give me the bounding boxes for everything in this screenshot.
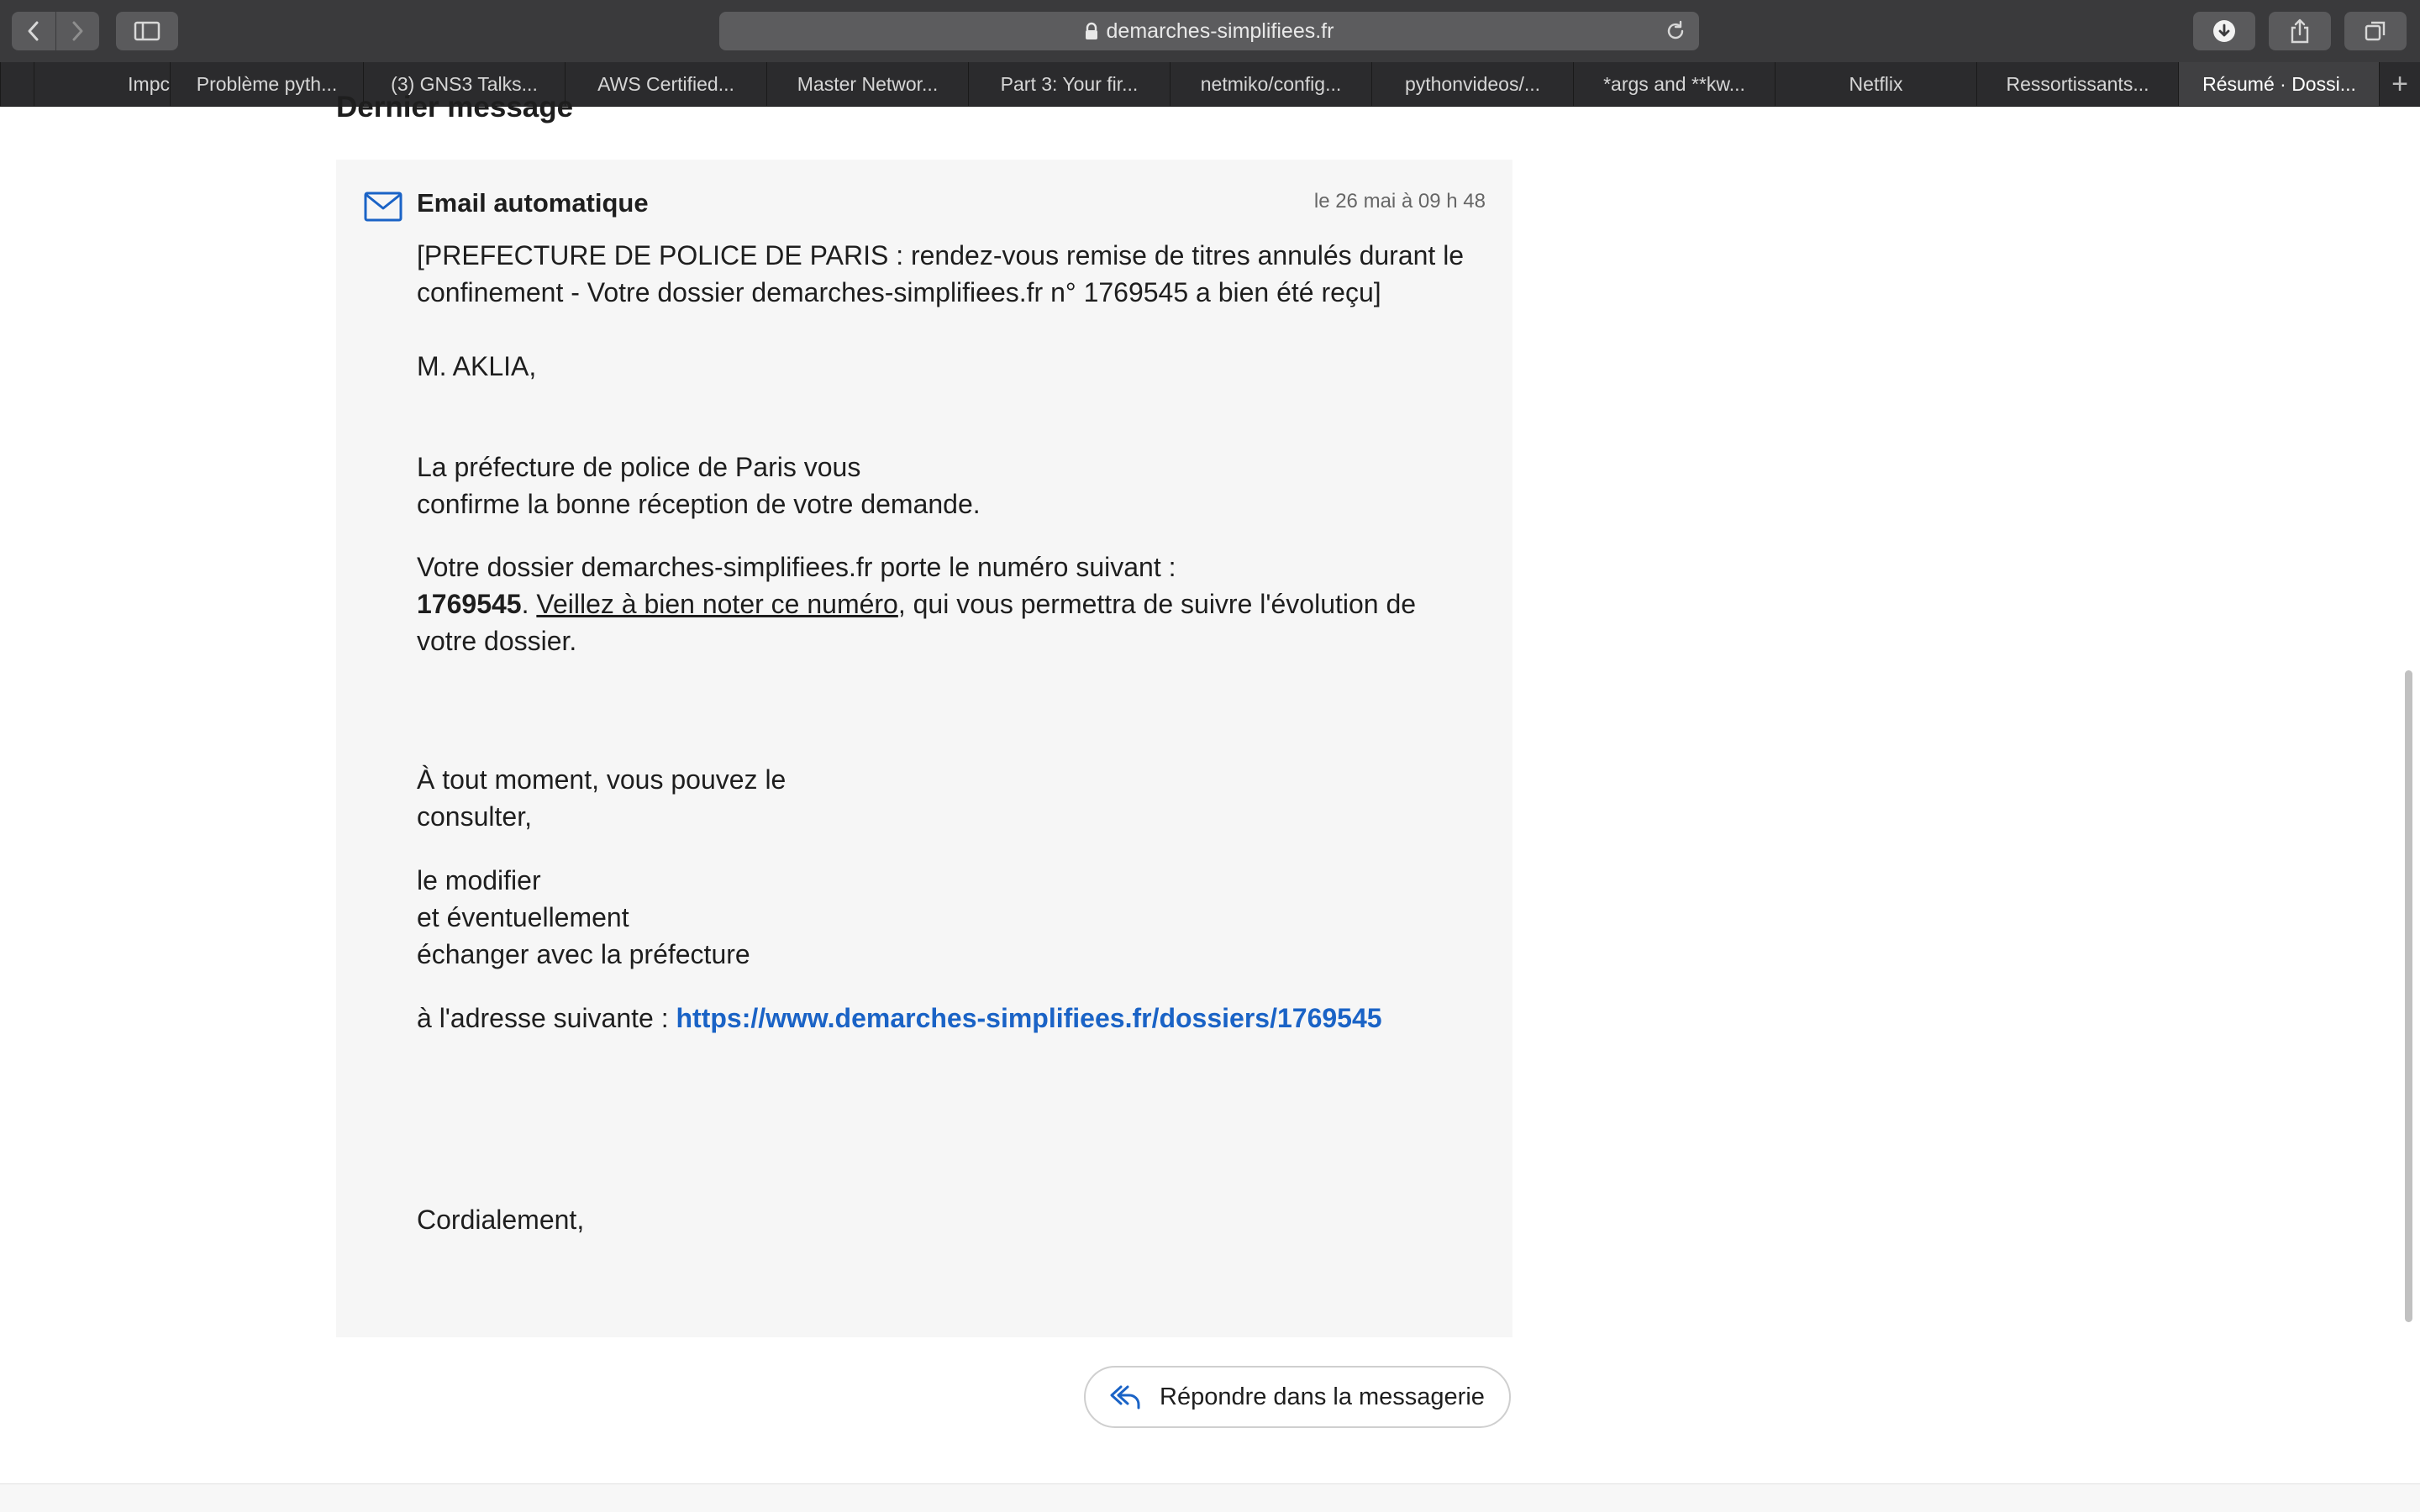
tab[interactable]: *args and **kw... xyxy=(1573,62,1775,106)
mail-icon xyxy=(364,192,402,226)
message-card xyxy=(336,160,1512,1337)
body-line: 1769545. Veillez à bien noter ce numéro,… xyxy=(417,585,1476,622)
scrollbar-thumb[interactable] xyxy=(2405,670,2412,1322)
message-date: le 26 mai à 09 h 48 xyxy=(1313,190,1486,213)
body-line: confirme la bonne réception de votre dem… xyxy=(417,489,981,519)
tab[interactable]: netmiko/config... xyxy=(1170,62,1371,106)
message-closing: Cordialement, xyxy=(417,1205,585,1235)
body-line: votre dossier. xyxy=(417,626,577,656)
tab[interactable]: Impc xyxy=(34,62,170,106)
body-line: échanger avec la préfecture xyxy=(417,939,750,969)
tab[interactable]: AWS Certified... xyxy=(565,62,766,106)
tab-label: Résumé · Dossi... xyxy=(2202,72,2356,95)
tabs-icon xyxy=(2365,21,2386,41)
tab[interactable]: Netflix xyxy=(1775,62,1976,106)
lock-icon xyxy=(1085,22,1098,40)
reply-icon xyxy=(1109,1383,1141,1410)
dossier-link[interactable]: https://www.demarches-simplifiees.fr/dos… xyxy=(676,1003,1382,1033)
tab-label: Ressortissants... xyxy=(2006,72,2149,95)
forward-button[interactable] xyxy=(55,12,100,50)
body-line: consulter, xyxy=(417,801,532,832)
browser-toolbar: demarches-simplifiees.fr xyxy=(0,0,2420,63)
new-tab-button[interactable]: + xyxy=(2379,62,2420,106)
body-line: et éventuellement xyxy=(417,902,629,932)
dossier-number: 1769545 xyxy=(417,589,522,619)
message-greeting: M. AKLIA, xyxy=(417,351,537,381)
tab-label: AWS Certified... xyxy=(597,72,734,95)
sidebar-icon xyxy=(134,21,160,41)
tab-label: Master Networ... xyxy=(797,72,939,95)
forward-icon xyxy=(72,21,83,41)
tabs-overview-button[interactable] xyxy=(2344,12,2407,50)
confirmation-paragraph: La préfecture de police de Paris vous co… xyxy=(417,449,1476,522)
tab-label: Problème pyth... xyxy=(196,72,338,95)
navigation-buttons xyxy=(12,12,99,50)
reply-button-label: Répondre dans la messagerie xyxy=(1160,1383,1485,1410)
tab-label: Impc xyxy=(128,72,170,95)
download-button[interactable] xyxy=(2193,12,2255,50)
page-footer xyxy=(0,1484,2420,1512)
subject-line: [PREFECTURE DE POLICE DE PARIS : rendez-… xyxy=(417,240,1465,270)
tab[interactable]: pythonvideos/... xyxy=(1371,62,1573,106)
tab-label: Part 3: Your fir... xyxy=(1000,72,1139,95)
share-button[interactable] xyxy=(2269,12,2331,50)
back-icon xyxy=(28,21,39,41)
tab-label: netmiko/config... xyxy=(1200,72,1342,95)
reload-icon[interactable] xyxy=(1664,19,1687,49)
tab-label: *args and **kw... xyxy=(1603,72,1745,95)
address-paragraph: à l'adresse suivante : https://www.demar… xyxy=(417,1000,1476,1037)
tab[interactable]: Master Networ... xyxy=(766,62,968,106)
tab-pinned-1[interactable] xyxy=(0,62,34,106)
sidebar-button[interactable] xyxy=(116,12,178,50)
body-line: La préfecture de police de Paris vous xyxy=(417,452,861,482)
message-sender: Email automatique xyxy=(417,188,649,218)
tab[interactable]: Problème pyth... xyxy=(170,62,363,106)
tab[interactable]: Part 3: Your fir... xyxy=(968,62,1170,106)
body-line: le modifier xyxy=(417,865,541,895)
address-bar[interactable]: demarches-simplifiees.fr xyxy=(719,12,1699,50)
tab-label: pythonvideos/... xyxy=(1404,72,1541,95)
message-subject: [PREFECTURE DE POLICE DE PARIS : rendez-… xyxy=(417,237,1476,311)
tab-active[interactable]: Résumé · Dossi... xyxy=(2178,62,2380,106)
share-icon xyxy=(2291,18,2309,44)
dossier-rest: , qui vous permettra de suivre l'évoluti… xyxy=(897,589,1417,619)
tab-label: Netflix xyxy=(1849,72,1903,95)
section-title: Dernier message xyxy=(336,91,574,123)
subject-line: confinement - Votre dossier demarches-si… xyxy=(417,277,1381,307)
moment-paragraph: À tout moment, vous pouvez le consulter, xyxy=(417,761,1476,835)
dossier-period: . xyxy=(521,589,537,619)
back-button[interactable] xyxy=(12,12,55,50)
body-line: À tout moment, vous pouvez le xyxy=(417,764,786,795)
dossier-note: Veillez à bien noter ce numéro xyxy=(536,589,898,619)
dossier-paragraph: Votre dossier demarches-simplifiees.fr p… xyxy=(417,549,1476,659)
reply-button[interactable]: Répondre dans la messagerie xyxy=(1084,1366,1511,1428)
body-line: Votre dossier demarches-simplifiees.fr p… xyxy=(417,552,1176,582)
tab[interactable]: Ressortissants... xyxy=(1976,62,2178,106)
address-label: à l'adresse suivante : xyxy=(417,1003,676,1033)
modify-paragraph: le modifier et éventuellement échanger a… xyxy=(417,862,1476,973)
download-icon xyxy=(2213,20,2235,42)
url-text: demarches-simplifiees.fr xyxy=(1106,18,1334,43)
